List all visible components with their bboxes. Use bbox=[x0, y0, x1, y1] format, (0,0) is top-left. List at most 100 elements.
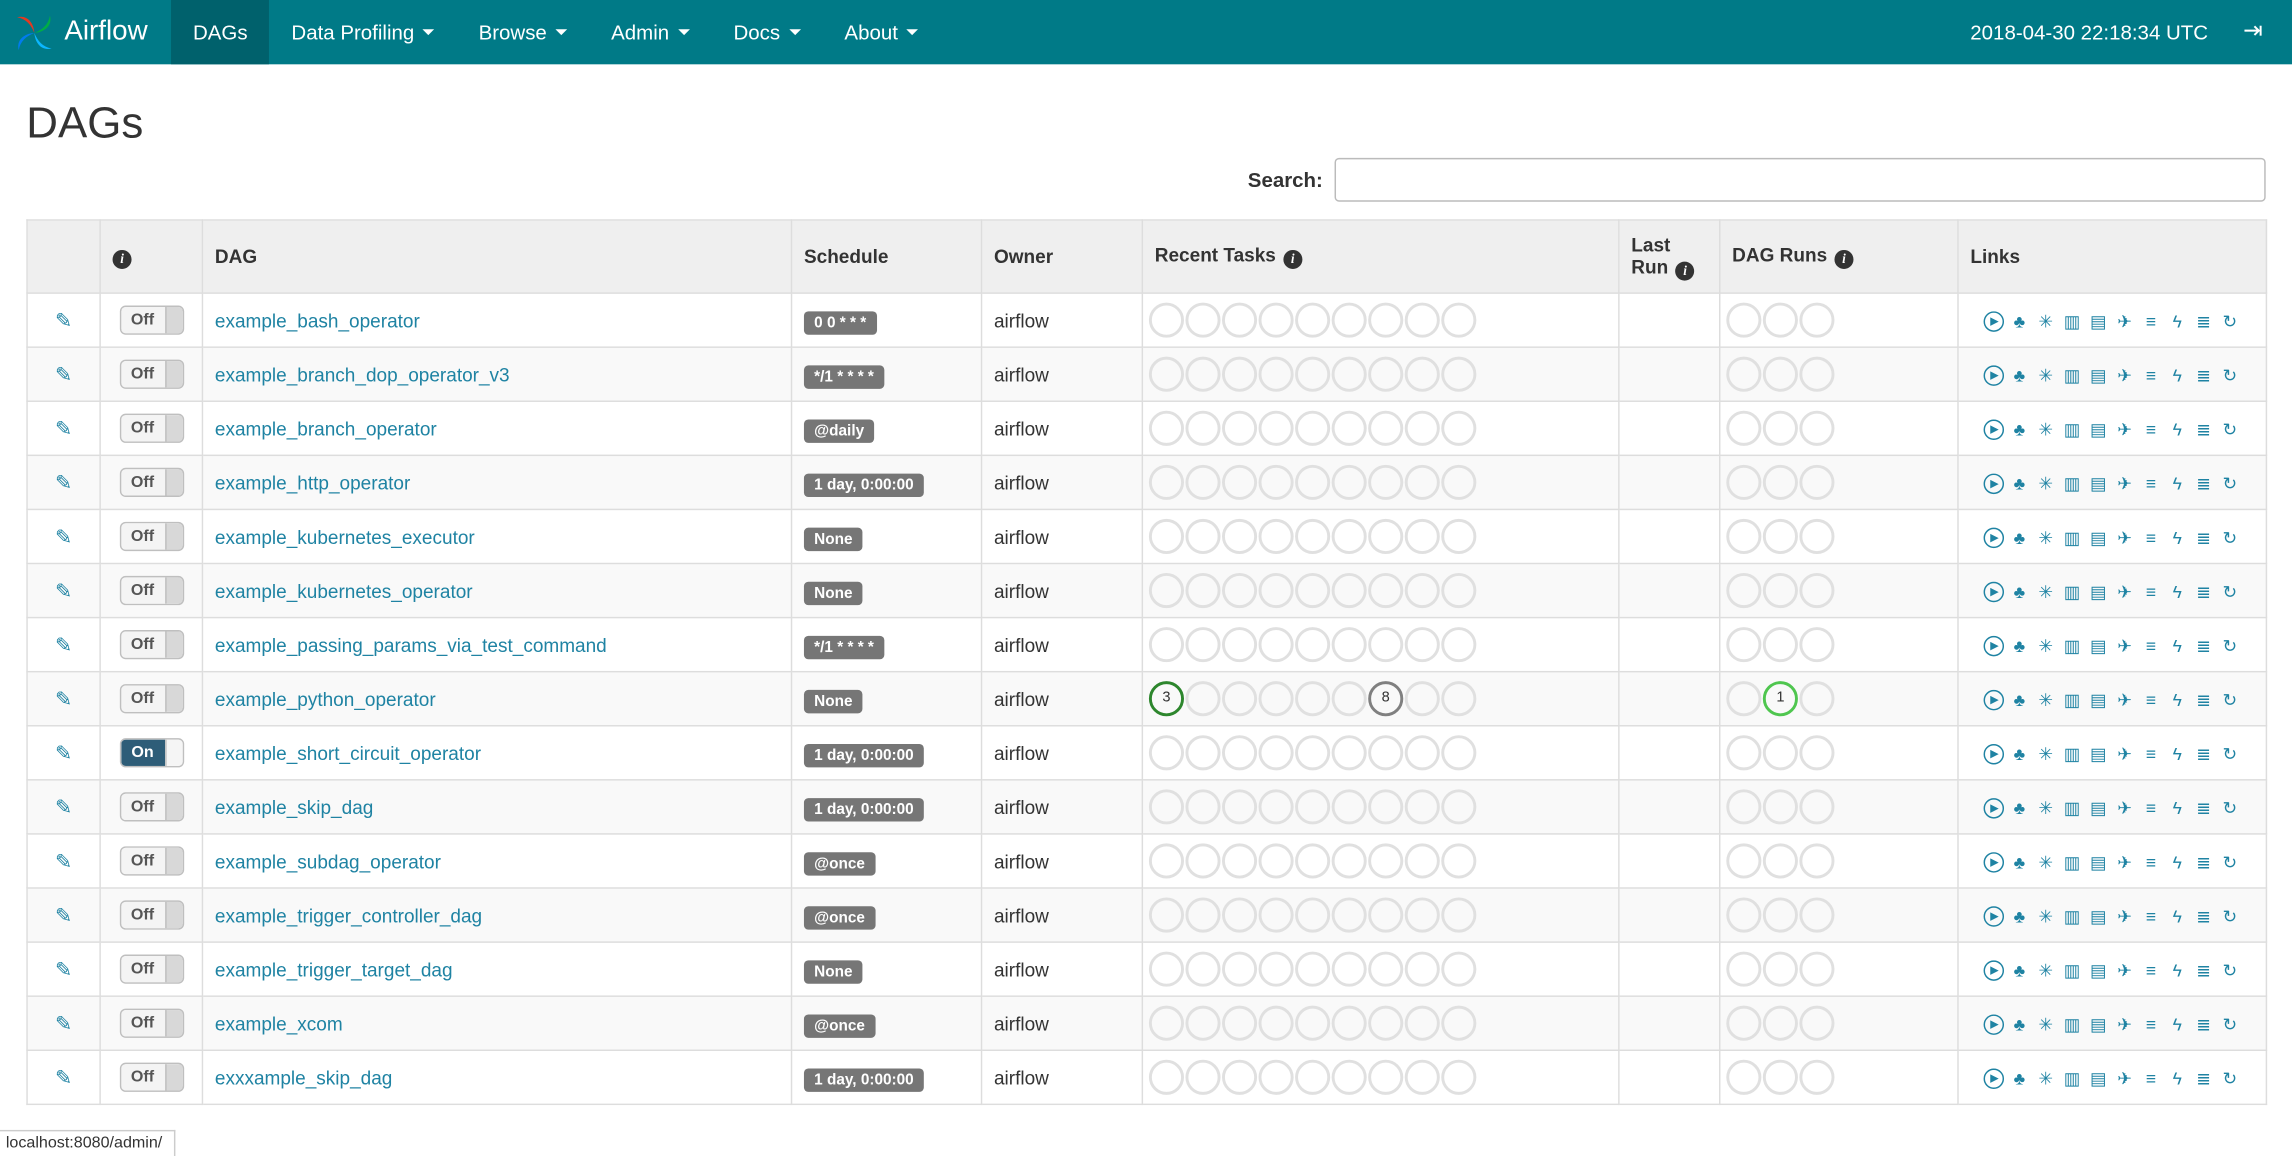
recent-task-circle[interactable] bbox=[1404, 951, 1440, 987]
edit-dag-icon[interactable]: ✎ bbox=[55, 1065, 72, 1088]
dag-run-circle[interactable] bbox=[1799, 410, 1835, 446]
recent-task-circle[interactable] bbox=[1404, 789, 1440, 825]
code-view-icon[interactable]: ϟ bbox=[2166, 743, 2188, 765]
refresh-icon[interactable]: ↻ bbox=[2219, 473, 2241, 495]
recent-task-circle[interactable] bbox=[1295, 843, 1331, 879]
trigger-dag-icon[interactable]: ▶ bbox=[1983, 1068, 2005, 1090]
gantt-icon[interactable]: ≡ bbox=[2140, 527, 2162, 549]
recent-task-circle[interactable] bbox=[1368, 518, 1404, 554]
recent-task-circle[interactable] bbox=[1331, 789, 1367, 825]
dag-run-circle[interactable] bbox=[1799, 627, 1835, 663]
task-duration-icon[interactable]: ▥ bbox=[2061, 473, 2083, 495]
trigger-dag-icon[interactable]: ▶ bbox=[1983, 906, 2005, 927]
recent-task-circle[interactable] bbox=[1148, 410, 1185, 446]
recent-task-circle[interactable]: 8 bbox=[1368, 681, 1404, 717]
dag-run-circle[interactable] bbox=[1762, 951, 1798, 987]
recent-task-circle[interactable] bbox=[1295, 518, 1331, 554]
recent-task-circle[interactable] bbox=[1148, 897, 1185, 933]
log-icon[interactable]: ≣ bbox=[2193, 635, 2215, 657]
dag-link[interactable]: example_trigger_target_dag bbox=[215, 958, 453, 980]
code-view-icon[interactable]: ϟ bbox=[2166, 1068, 2188, 1090]
dag-run-circle[interactable] bbox=[1799, 1059, 1835, 1095]
recent-task-circle[interactable] bbox=[1148, 627, 1185, 663]
task-duration-icon[interactable]: ▥ bbox=[2061, 419, 2083, 441]
code-view-icon[interactable]: ϟ bbox=[2166, 581, 2188, 603]
recent-task-circle[interactable] bbox=[1368, 572, 1404, 609]
dag-link[interactable]: example_subdag_operator bbox=[215, 850, 441, 872]
trigger-dag-icon[interactable]: ▶ bbox=[1983, 852, 2005, 873]
recent-task-circle[interactable] bbox=[1148, 951, 1185, 987]
recent-task-circle[interactable] bbox=[1441, 302, 1477, 338]
gantt-icon[interactable]: ≡ bbox=[2140, 689, 2162, 711]
recent-task-circle[interactable] bbox=[1148, 572, 1185, 609]
recent-task-circle[interactable] bbox=[1441, 843, 1477, 879]
dag-run-circle[interactable] bbox=[1726, 843, 1762, 879]
graph-view-icon[interactable]: ✳ bbox=[2035, 798, 2057, 820]
log-icon[interactable]: ≣ bbox=[2193, 365, 2215, 387]
nav-item-about[interactable]: About bbox=[822, 0, 940, 64]
recent-task-circle[interactable] bbox=[1258, 951, 1294, 987]
recent-task-circle[interactable] bbox=[1404, 627, 1440, 663]
dag-link[interactable]: example_branch_dop_operator_v3 bbox=[215, 363, 510, 385]
recent-task-circle[interactable] bbox=[1331, 627, 1367, 663]
landing-times-icon[interactable]: ✈ bbox=[2114, 743, 2136, 765]
dag-run-circle[interactable] bbox=[1726, 681, 1762, 717]
graph-view-icon[interactable]: ✳ bbox=[2035, 743, 2057, 765]
recent-task-circle[interactable] bbox=[1441, 518, 1477, 554]
col-header-last-run[interactable]: Last Run i bbox=[1618, 219, 1721, 294]
landing-times-icon[interactable]: ✈ bbox=[2114, 581, 2136, 603]
recent-task-circle[interactable] bbox=[1331, 1059, 1367, 1095]
edit-dag-icon[interactable]: ✎ bbox=[55, 1011, 72, 1034]
graph-view-icon[interactable]: ✳ bbox=[2035, 311, 2057, 333]
task-duration-icon[interactable]: ▥ bbox=[2061, 743, 2083, 765]
graph-view-icon[interactable]: ✳ bbox=[2035, 365, 2057, 387]
task-tries-icon[interactable]: ▤ bbox=[2087, 311, 2109, 333]
dag-run-circle[interactable] bbox=[1799, 735, 1835, 771]
recent-task-circle[interactable] bbox=[1185, 627, 1221, 663]
code-view-icon[interactable]: ϟ bbox=[2166, 1014, 2188, 1036]
log-icon[interactable]: ≣ bbox=[2193, 852, 2215, 874]
trigger-dag-icon[interactable]: ▶ bbox=[1983, 744, 2005, 765]
recent-task-circle[interactable] bbox=[1441, 789, 1477, 825]
dag-link[interactable]: example_kubernetes_operator bbox=[215, 580, 473, 602]
sign-out-icon[interactable]: ⇥ bbox=[2243, 20, 2263, 43]
graph-view-icon[interactable]: ✳ bbox=[2035, 689, 2057, 711]
code-view-icon[interactable]: ϟ bbox=[2166, 419, 2188, 441]
log-icon[interactable]: ≣ bbox=[2193, 960, 2215, 982]
recent-task-circle[interactable] bbox=[1258, 464, 1294, 500]
task-tries-icon[interactable]: ▤ bbox=[2087, 365, 2109, 387]
edit-dag-icon[interactable]: ✎ bbox=[55, 903, 72, 926]
edit-dag-icon[interactable]: ✎ bbox=[55, 794, 72, 817]
schedule-badge[interactable]: 0 0 * * * bbox=[803, 310, 877, 335]
dag-run-circle[interactable] bbox=[1726, 627, 1762, 663]
edit-dag-icon[interactable]: ✎ bbox=[55, 416, 72, 439]
dag-run-circle[interactable] bbox=[1799, 681, 1835, 717]
refresh-icon[interactable]: ↻ bbox=[2219, 798, 2241, 820]
task-duration-icon[interactable]: ▥ bbox=[2061, 365, 2083, 387]
recent-task-circle[interactable] bbox=[1441, 735, 1477, 771]
recent-task-circle[interactable] bbox=[1404, 735, 1440, 771]
recent-task-circle[interactable] bbox=[1404, 464, 1440, 500]
task-duration-icon[interactable]: ▥ bbox=[2061, 960, 2083, 982]
task-tries-icon[interactable]: ▤ bbox=[2087, 1014, 2109, 1036]
tree-view-icon[interactable]: ♣ bbox=[2008, 1014, 2030, 1036]
dag-run-circle[interactable]: 1 bbox=[1762, 681, 1798, 717]
landing-times-icon[interactable]: ✈ bbox=[2114, 527, 2136, 549]
schedule-badge[interactable]: None bbox=[803, 526, 863, 551]
dag-link[interactable]: example_skip_dag bbox=[215, 796, 373, 818]
refresh-icon[interactable]: ↻ bbox=[2219, 1014, 2241, 1036]
recent-task-circle[interactable] bbox=[1295, 302, 1331, 338]
landing-times-icon[interactable]: ✈ bbox=[2114, 960, 2136, 982]
code-view-icon[interactable]: ϟ bbox=[2166, 311, 2188, 333]
dag-link[interactable]: example_passing_params_via_test_command bbox=[215, 634, 607, 656]
recent-task-circle[interactable] bbox=[1404, 843, 1440, 879]
dag-link[interactable]: example_bash_operator bbox=[215, 309, 420, 331]
log-icon[interactable]: ≣ bbox=[2193, 798, 2215, 820]
dag-run-circle[interactable] bbox=[1726, 572, 1762, 609]
col-header-dag-runs[interactable]: DAG Runs i bbox=[1718, 219, 1959, 294]
gantt-icon[interactable]: ≡ bbox=[2140, 581, 2162, 603]
recent-task-circle[interactable] bbox=[1295, 1059, 1331, 1095]
recent-task-circle[interactable] bbox=[1368, 356, 1404, 392]
landing-times-icon[interactable]: ✈ bbox=[2114, 635, 2136, 657]
refresh-icon[interactable]: ↻ bbox=[2219, 311, 2241, 333]
